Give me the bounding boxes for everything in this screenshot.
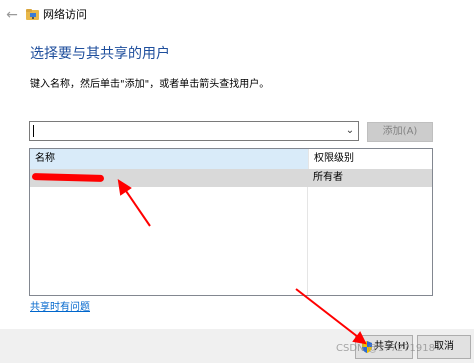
page-heading: 选择要与其共享的用户 (30, 46, 170, 62)
title-bar: ← 网络访问 (0, 0, 474, 32)
watermark-text: CSDN @177271918 (336, 343, 435, 354)
table-row[interactable]: 所有者 (30, 169, 432, 187)
sharing-help-link[interactable]: 共享时有问题 (30, 302, 90, 314)
column-header-permission[interactable]: 权限级别 (308, 149, 432, 169)
chevron-down-icon[interactable]: ⌄ (342, 122, 358, 140)
window-title: 网络访问 (43, 8, 87, 21)
users-table: 名称 权限级别 所有者 (29, 148, 433, 296)
user-name-combobox[interactable]: ⌄ (29, 121, 359, 141)
table-header: 名称 权限级别 (30, 149, 432, 169)
text-cursor (33, 125, 34, 137)
permission-cell[interactable]: 所有者 (308, 169, 432, 187)
add-button[interactable]: 添加(A) (367, 122, 433, 142)
column-header-name[interactable]: 名称 (30, 149, 308, 169)
network-folder-icon (26, 9, 39, 20)
column-divider (307, 169, 308, 295)
instruction-text: 键入名称，然后单击"添加"，或者单击箭头查找用户。 (30, 79, 270, 90)
back-arrow-icon[interactable]: ← (4, 6, 20, 24)
